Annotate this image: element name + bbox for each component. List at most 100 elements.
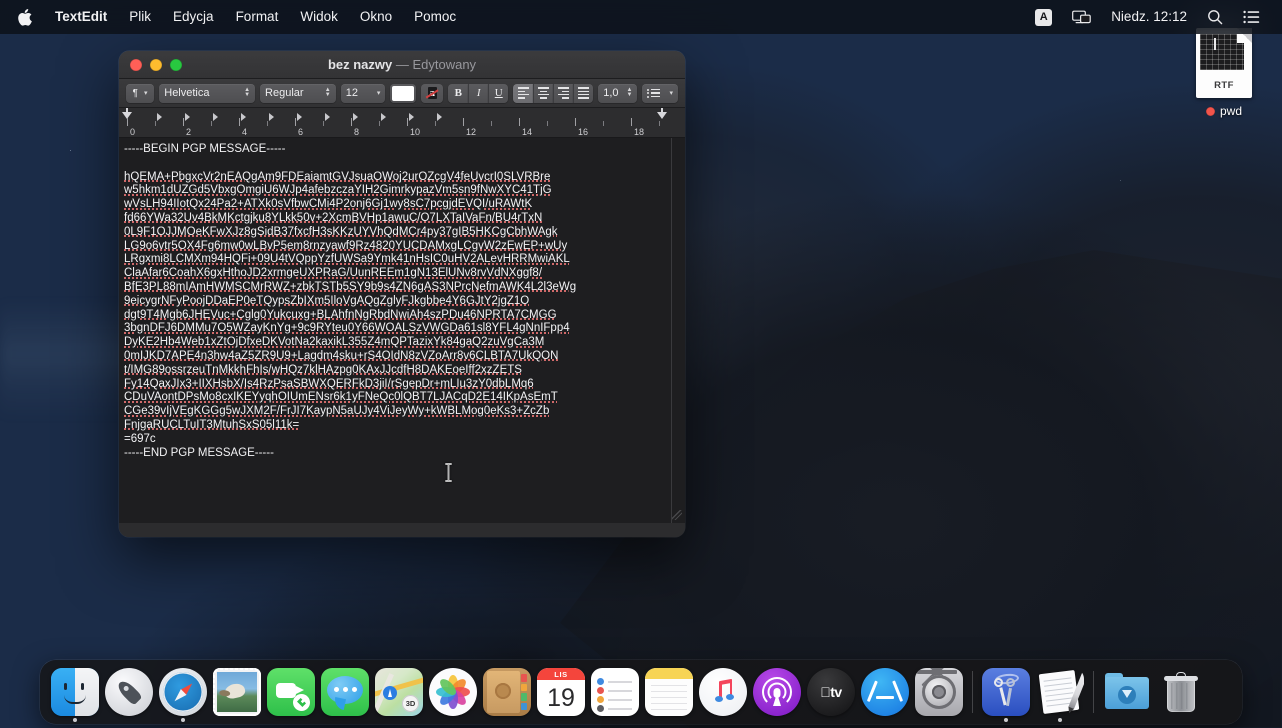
close-button[interactable] <box>130 59 142 71</box>
document-line: hQEMA+PbgxcVr2nEAQgAm9FDEaiamtGVJsuaOWoj… <box>124 171 662 185</box>
tab-stop-marker[interactable] <box>409 113 414 121</box>
dock-item-maps[interactable]: 3D <box>372 660 426 724</box>
zoom-button[interactable] <box>170 59 182 71</box>
font-family-popup[interactable]: Helvetica ▲▼ <box>159 84 255 103</box>
apple-tv-wordmark: tv <box>807 684 855 700</box>
align-center-button[interactable] <box>533 84 553 103</box>
line-spacing-popup[interactable]: 1,0 ▲▼ <box>598 84 637 103</box>
ruler-label: 10 <box>410 127 420 137</box>
misspelled-text: 0mIJKD7APE4n3hw4aZ5ZR9U9+Lagdm4sku+rS4OI… <box>124 350 558 362</box>
stepper-icon: ▲▼ <box>244 88 250 98</box>
dock-item-launchpad[interactable] <box>102 660 156 724</box>
menu-item-okno[interactable]: Okno <box>349 6 403 28</box>
dock-item-photos[interactable] <box>426 660 480 724</box>
document-line: ClaAfar6CoahX6gxHthoJD2xrmgeUXPRaG/UunRE… <box>124 267 662 281</box>
document-text-page[interactable]: -----BEGIN PGP MESSAGE----- hQEMA+PbgxcV… <box>119 138 670 509</box>
tab-stop-marker[interactable] <box>241 113 246 121</box>
menu-bar-clock[interactable]: Niedz. 12:12 <box>1101 6 1197 28</box>
desktop-file-label: pwd <box>1220 104 1242 118</box>
misspelled-text: wVsLH94IIotQx24Pa2+ATXk0sVfbwCMi4P2onj6G… <box>124 198 532 210</box>
misspelled-text: DyKE2Hb4Web1xZtOjDfxeDKVotNa2kaxikL355Z4… <box>124 336 544 348</box>
document-line: dgt9T4Mgb6JHEVuc+Cglg0Yukcuxg+BLAhfnNgRb… <box>124 309 662 323</box>
tab-stop-marker[interactable] <box>325 113 330 121</box>
ruler-label: 18 <box>634 127 644 137</box>
ruler-label: 14 <box>522 127 532 137</box>
tab-stop-marker[interactable] <box>353 113 358 121</box>
right-indent-marker[interactable] <box>657 112 667 119</box>
document-scroll-area[interactable]: -----BEGIN PGP MESSAGE----- hQEMA+PbgxcV… <box>119 138 685 523</box>
input-source-indicator[interactable]: A <box>1025 7 1062 28</box>
menu-item-edycja[interactable]: Edycja <box>162 6 225 28</box>
dock-item-system-preferences[interactable] <box>912 660 966 724</box>
font-style-popup[interactable]: Regular ▲▼ <box>260 84 336 103</box>
chevron-down-icon: ▾ <box>669 89 673 97</box>
list-style-popup[interactable]: ▾ <box>642 84 678 103</box>
dock-item-finder[interactable] <box>48 660 102 724</box>
dock-item-calendar[interactable]: LIS 19 <box>534 660 588 724</box>
desktop-file-pwd[interactable]: RTF pwd <box>1178 28 1270 128</box>
align-justify-button[interactable] <box>573 84 593 103</box>
dock-item-downloads[interactable] <box>1100 660 1154 724</box>
highlight-color-button[interactable]: a <box>421 84 443 103</box>
dock-item-mail[interactable] <box>210 660 264 724</box>
misspelled-text: CGe39vIjVEgKGGg5wJXM2F/FrJI7KaypN5aUJy4V… <box>124 405 549 417</box>
safari-compass-icon <box>159 668 207 716</box>
bold-button[interactable]: B <box>448 84 468 103</box>
tab-stop-marker[interactable] <box>381 113 386 121</box>
document-ruler[interactable]: 0 2 4 6 8 10 12 14 16 18 <box>119 108 685 138</box>
menu-item-format[interactable]: Format <box>225 6 290 28</box>
launchpad-icon <box>105 668 153 716</box>
menu-item-widok[interactable]: Widok <box>289 6 349 28</box>
document-line: 0L9F1OJJMOeKFwXJz8gSidB37fxcfH3sKKzUYVhQ… <box>124 226 662 240</box>
underline-button[interactable]: U <box>488 84 508 103</box>
textedit-window[interactable]: bez nazwy — Edytowany ¶ ▾ Helvetica ▲▼ R… <box>119 51 685 537</box>
menu-bar-left: TextEdit Plik Edycja Format Widok Okno P… <box>0 6 467 28</box>
tab-stop-marker[interactable] <box>213 113 218 121</box>
dock-items: 3D LIS 19 <box>48 660 1208 724</box>
dock-item-contacts[interactable] <box>480 660 534 724</box>
menu-item-app-name[interactable]: TextEdit <box>44 6 118 28</box>
text-color-swatch[interactable] <box>390 84 416 103</box>
apple-logo-icon[interactable] <box>12 9 44 26</box>
control-center-icon[interactable] <box>1233 8 1270 26</box>
running-indicator <box>1004 718 1008 722</box>
dock-item-appstore[interactable] <box>858 660 912 724</box>
vertical-scrollbar[interactable] <box>676 142 683 505</box>
tab-stop-marker[interactable] <box>437 113 442 121</box>
dock-item-keychain-access[interactable] <box>979 660 1033 724</box>
search-icon[interactable] <box>1197 7 1233 27</box>
dock-item-trash[interactable] <box>1154 660 1208 724</box>
dock-item-messages[interactable] <box>318 660 372 724</box>
italic-button[interactable]: I <box>468 84 488 103</box>
menu-item-plik[interactable]: Plik <box>118 6 162 28</box>
menu-item-pomoc[interactable]: Pomoc <box>403 6 467 28</box>
tab-stop-marker[interactable] <box>269 113 274 121</box>
dock-item-appletv[interactable]: tv <box>804 660 858 724</box>
dock-item-music[interactable] <box>696 660 750 724</box>
dock-item-notes[interactable] <box>642 660 696 724</box>
dock-item-textedit[interactable] <box>1033 660 1087 724</box>
tab-stop-marker[interactable] <box>297 113 302 121</box>
alignment-group <box>513 84 593 103</box>
window-resize-handle[interactable] <box>672 510 682 520</box>
minimize-button[interactable] <box>150 59 162 71</box>
screen-mirroring-icon[interactable] <box>1062 8 1101 27</box>
dock-item-podcasts[interactable] <box>750 660 804 724</box>
ruler-label: 6 <box>298 127 303 137</box>
dock-item-safari[interactable] <box>156 660 210 724</box>
chevron-down-icon: ▾ <box>144 89 148 97</box>
star <box>70 150 71 151</box>
pgp-message-text[interactable]: -----BEGIN PGP MESSAGE----- hQEMA+PbgxcV… <box>124 143 662 460</box>
font-size-popup[interactable]: 12 ▾ <box>341 84 386 103</box>
format-toolbar: ¶ ▾ Helvetica ▲▼ Regular ▲▼ 12 ▾ a B I U <box>119 79 685 108</box>
dock-item-facetime[interactable] <box>264 660 318 724</box>
align-left-button[interactable] <box>513 84 533 103</box>
finder-icon <box>51 668 99 716</box>
window-title-bar[interactable]: bez nazwy — Edytowany <box>119 51 685 79</box>
align-right-button[interactable] <box>553 84 573 103</box>
window-edited-label: — Edytowany <box>396 57 476 72</box>
tab-stop-marker[interactable] <box>157 113 162 121</box>
paragraph-style-popup[interactable]: ¶ ▾ <box>126 84 154 103</box>
tab-stop-marker[interactable] <box>185 113 190 121</box>
dock-item-reminders[interactable] <box>588 660 642 724</box>
